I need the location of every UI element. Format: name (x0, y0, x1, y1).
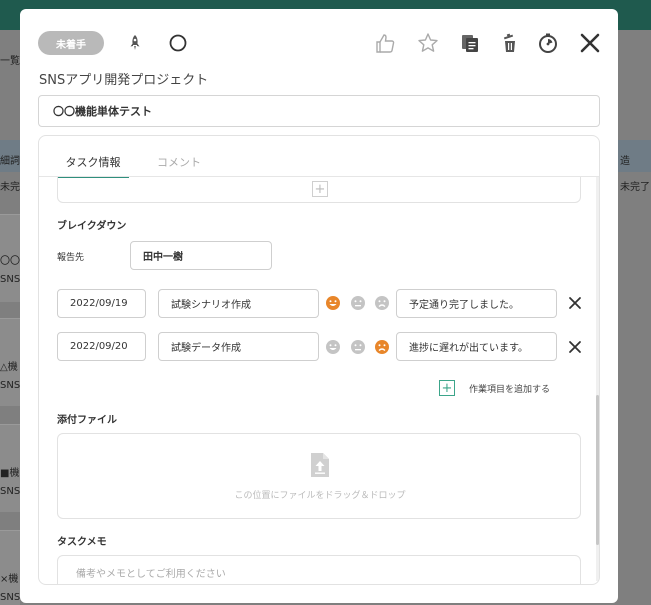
background-text: △機 (0, 362, 18, 373)
tab-task-info[interactable]: タスク情報 (57, 154, 129, 178)
breakdown-date-input[interactable] (57, 332, 146, 361)
drop-zone-text: この位置にファイルをドラッグ＆ドロップ (234, 491, 406, 501)
previous-section-box: + (57, 177, 581, 203)
background-text: 細詞 (0, 156, 20, 167)
background-text: 未完了 (620, 182, 650, 193)
sad-face-icon[interactable] (374, 295, 390, 311)
delete-row-icon[interactable] (567, 339, 583, 355)
report-to-input[interactable] (130, 241, 272, 270)
breakdown-heading: ブレイクダウン (57, 221, 127, 232)
plus-icon: + (439, 380, 455, 396)
background-text: 造 (620, 156, 630, 167)
star-icon[interactable] (416, 31, 440, 55)
task-panel: タスク情報 コメント + ブレイクダウン 報告先 田中一樹 2022/09/19… (38, 135, 600, 585)
status-badge[interactable]: 未着手 (38, 31, 104, 55)
neutral-face-icon[interactable] (350, 339, 366, 355)
add-work-item-label: 作業項目を追加する (469, 384, 551, 395)
background-text: ■機 (0, 468, 20, 479)
happy-face-icon[interactable] (325, 339, 341, 355)
circle-icon[interactable] (166, 31, 190, 55)
trash-icon[interactable] (498, 31, 522, 55)
delete-row-icon[interactable] (567, 295, 583, 311)
scrollbar-thumb[interactable] (596, 395, 599, 545)
breakdown-note-input[interactable] (396, 289, 557, 318)
upload-file-icon (311, 453, 329, 477)
background-text: SNSア (0, 274, 20, 285)
breakdown-task-input[interactable] (158, 289, 319, 318)
file-drop-zone[interactable]: この位置にファイルをドラッグ＆ドロップ (57, 433, 581, 519)
background-text: SNSア (0, 486, 20, 497)
background-text: SNSア (0, 380, 20, 391)
close-icon[interactable] (578, 31, 602, 55)
breakdown-task-input[interactable] (158, 332, 319, 361)
background-text: SNSア (0, 592, 20, 603)
background-text: 未完了 (0, 182, 20, 193)
neutral-face-icon[interactable] (350, 295, 366, 311)
breakdown-date-input[interactable] (57, 289, 146, 318)
task-title-input[interactable] (38, 95, 600, 127)
background-text: 〇〇機 (0, 256, 20, 267)
memo-heading: タスクメモ (57, 537, 107, 548)
background-text: 一覧 (0, 56, 20, 67)
background-text: ×機 (0, 574, 19, 585)
stopwatch-icon[interactable] (536, 31, 560, 55)
tab-comments[interactable]: コメント (157, 154, 217, 178)
attachments-heading: 添付ファイル (57, 415, 117, 426)
task-info-scroll-area[interactable]: + ブレイクダウン 報告先 田中一樹 2022/09/19 試験シナリオ作成 予… (39, 177, 599, 584)
task-memo-input[interactable]: 備考やメモとしてご利用ください (57, 555, 581, 584)
rocket-icon[interactable] (123, 31, 147, 55)
plus-icon[interactable]: + (312, 181, 328, 197)
sad-face-icon[interactable] (374, 339, 390, 355)
task-detail-modal: 未着手 SNSアプリ開発プロジェクト 〇〇機能単体テスト タスク情報 コメント … (20, 9, 618, 603)
report-to-label: 報告先 (57, 253, 85, 263)
happy-face-icon[interactable] (325, 295, 341, 311)
thumbs-up-icon[interactable] (373, 31, 397, 55)
add-work-item-button[interactable]: + 作業項目を追加する (439, 380, 550, 396)
project-name: SNSアプリ開発プロジェクト (39, 73, 209, 88)
breakdown-note-input[interactable] (396, 332, 557, 361)
copy-icon[interactable] (458, 31, 482, 55)
